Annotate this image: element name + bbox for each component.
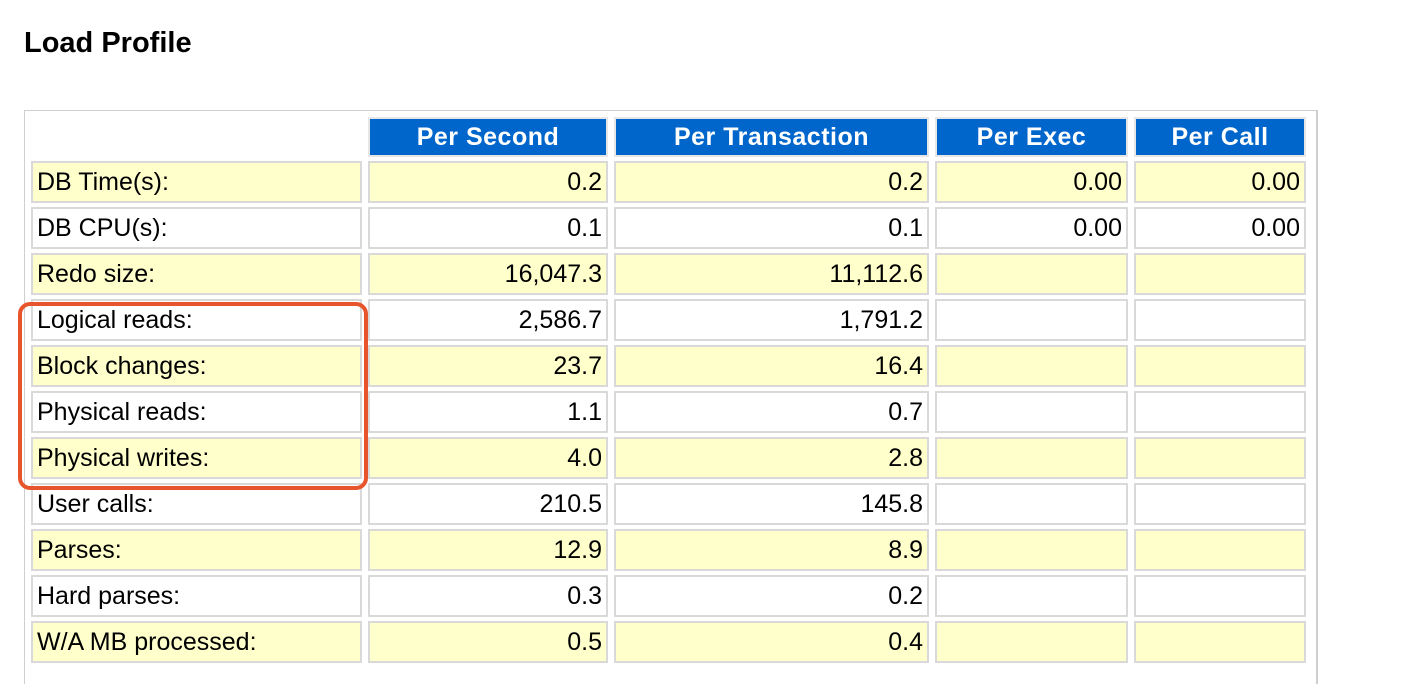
cell-per-second: 0.2 (368, 161, 608, 203)
column-header-per-exec: Per Exec (935, 117, 1128, 157)
cell-per-second: 1.1 (368, 391, 608, 433)
cell-per-transaction: 8.9 (614, 529, 929, 571)
row-label: Logical reads: (31, 299, 362, 341)
row-label: Parses: (31, 529, 362, 571)
row-label: Physical reads: (31, 391, 362, 433)
page-title: Load Profile (24, 27, 192, 59)
cell-per-second: 0.1 (368, 207, 608, 249)
table-row: User calls: 210.5 145.8 (31, 483, 1306, 525)
cell-per-second: 2,586.7 (368, 299, 608, 341)
cell-per-second: 0.5 (368, 621, 608, 663)
row-label: Redo size: (31, 253, 362, 295)
table-row: W/A MB processed: 0.5 0.4 (31, 621, 1306, 663)
row-label: Block changes: (31, 345, 362, 387)
cell-per-second: 4.0 (368, 437, 608, 479)
cell-per-exec (935, 621, 1128, 663)
row-label: Physical writes: (31, 437, 362, 479)
load-profile-table-frame: Per Second Per Transaction Per Exec Per … (24, 110, 1318, 684)
cell-per-exec (935, 299, 1128, 341)
cell-per-exec: 0.00 (935, 207, 1128, 249)
cell-per-call (1134, 437, 1306, 479)
row-label: DB CPU(s): (31, 207, 362, 249)
load-profile-page: Load Profile Per Second Per Transaction … (0, 0, 1404, 684)
table-row: DB CPU(s): 0.1 0.1 0.00 0.00 (31, 207, 1306, 249)
load-profile-table: Per Second Per Transaction Per Exec Per … (25, 113, 1312, 667)
cell-per-call (1134, 575, 1306, 617)
cell-per-transaction: 1,791.2 (614, 299, 929, 341)
cell-per-exec (935, 483, 1128, 525)
cell-per-call: 0.00 (1134, 161, 1306, 203)
cell-per-call (1134, 299, 1306, 341)
row-label: User calls: (31, 483, 362, 525)
header-blank-cell (31, 117, 362, 157)
cell-per-transaction: 0.2 (614, 161, 929, 203)
cell-per-transaction: 145.8 (614, 483, 929, 525)
cell-per-transaction: 0.2 (614, 575, 929, 617)
cell-per-transaction: 11,112.6 (614, 253, 929, 295)
cell-per-second: 23.7 (368, 345, 608, 387)
cell-per-exec: 0.00 (935, 161, 1128, 203)
cell-per-second: 12.9 (368, 529, 608, 571)
cell-per-second: 210.5 (368, 483, 608, 525)
cell-per-transaction: 16.4 (614, 345, 929, 387)
cell-per-transaction: 0.1 (614, 207, 929, 249)
table-row: DB Time(s): 0.2 0.2 0.00 0.00 (31, 161, 1306, 203)
cell-per-exec (935, 345, 1128, 387)
cell-per-second: 0.3 (368, 575, 608, 617)
table-row: Physical writes: 4.0 2.8 (31, 437, 1306, 479)
cell-per-call (1134, 621, 1306, 663)
cell-per-exec (935, 437, 1128, 479)
table-row: Hard parses: 0.3 0.2 (31, 575, 1306, 617)
cell-per-call (1134, 253, 1306, 295)
cell-per-call: 0.00 (1134, 207, 1306, 249)
cell-per-transaction: 2.8 (614, 437, 929, 479)
cell-per-transaction: 0.7 (614, 391, 929, 433)
cell-per-call (1134, 529, 1306, 571)
cell-per-call (1134, 345, 1306, 387)
row-label: Hard parses: (31, 575, 362, 617)
table-row: Block changes: 23.7 16.4 (31, 345, 1306, 387)
table-header-row: Per Second Per Transaction Per Exec Per … (31, 117, 1306, 157)
cell-per-exec (935, 391, 1128, 433)
cell-per-transaction: 0.4 (614, 621, 929, 663)
cell-per-exec (935, 253, 1128, 295)
table-row: Redo size: 16,047.3 11,112.6 (31, 253, 1306, 295)
cell-per-second: 16,047.3 (368, 253, 608, 295)
cell-per-exec (935, 529, 1128, 571)
cell-per-exec (935, 575, 1128, 617)
table-row: Physical reads: 1.1 0.7 (31, 391, 1306, 433)
column-header-per-call: Per Call (1134, 117, 1306, 157)
column-header-per-transaction: Per Transaction (614, 117, 929, 157)
table-row: Parses: 12.9 8.9 (31, 529, 1306, 571)
column-header-per-second: Per Second (368, 117, 608, 157)
cell-per-call (1134, 391, 1306, 433)
row-label: DB Time(s): (31, 161, 362, 203)
table-row: Logical reads: 2,586.7 1,791.2 (31, 299, 1306, 341)
cell-per-call (1134, 483, 1306, 525)
row-label: W/A MB processed: (31, 621, 362, 663)
